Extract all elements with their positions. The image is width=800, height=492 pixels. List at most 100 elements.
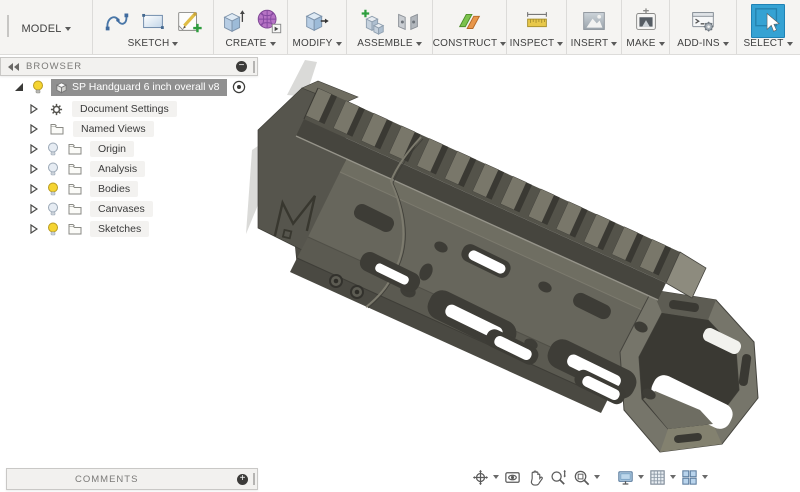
joint-icon[interactable]: [391, 4, 425, 38]
display-settings-icon[interactable]: [615, 467, 635, 487]
addins-menu[interactable]: ADD-INS: [677, 38, 729, 49]
minus-circle-icon[interactable]: −: [236, 61, 247, 72]
zoom-icon[interactable]: [548, 467, 568, 487]
folder-icon: [68, 183, 82, 195]
toolbar-group-insert: INSERT: [567, 0, 622, 54]
chevron-down-icon: [786, 41, 793, 46]
insert-image-icon[interactable]: [577, 4, 611, 38]
bulb-off-icon[interactable]: [47, 202, 59, 216]
look-at-icon[interactable]: [502, 467, 522, 487]
folder-icon: [68, 223, 82, 235]
tree-item-label: Canvases: [90, 201, 153, 217]
bulb-on-icon[interactable]: [47, 182, 59, 196]
bulb-off-icon[interactable]: [47, 142, 59, 156]
grid-settings-icon[interactable]: [647, 467, 667, 487]
comments-panel-title: COMMENTS: [75, 473, 139, 485]
chevron-down-icon: [64, 26, 71, 31]
make-3d-print-icon[interactable]: [629, 4, 663, 38]
chevron-down-icon[interactable]: [638, 475, 644, 479]
folder-icon: [68, 143, 82, 155]
navigation-toolbar: [470, 466, 708, 488]
chevron-down-icon[interactable]: [702, 475, 708, 479]
chevron-down-icon: [611, 41, 618, 46]
collapsed-triangle-icon[interactable]: [30, 144, 38, 154]
comments-panel-header[interactable]: COMMENTS +: [6, 468, 258, 490]
scripts-addins-icon[interactable]: [686, 4, 720, 38]
new-component-icon[interactable]: [355, 4, 389, 38]
tree-item-label: Analysis: [90, 161, 146, 177]
sketch-menu[interactable]: SKETCH: [128, 38, 179, 49]
create-menu[interactable]: CREATE: [225, 38, 276, 49]
collapsed-triangle-icon[interactable]: [30, 204, 38, 214]
chevron-down-icon: [335, 41, 342, 46]
expanded-triangle-icon[interactable]: [14, 82, 24, 92]
tree-row-analysis[interactable]: Analysis: [0, 160, 146, 178]
collapsed-triangle-icon[interactable]: [30, 184, 38, 194]
insert-menu[interactable]: INSERT: [571, 38, 618, 49]
tree-row-origin[interactable]: Origin: [0, 140, 135, 158]
toolbar-group-modify: MODIFY: [288, 0, 347, 54]
collapsed-triangle-icon[interactable]: [30, 124, 38, 134]
chevron-down-icon[interactable]: [493, 475, 499, 479]
tree-row-root-component[interactable]: SP Handguard 6 inch overall v8: [0, 78, 246, 96]
toolbar-grip-handle[interactable]: [7, 15, 9, 37]
toolbar-group-construct: CONSTRUCT: [433, 0, 507, 54]
tree-row-sketches[interactable]: Sketches: [0, 220, 150, 238]
form-icon[interactable]: [252, 4, 286, 38]
collapsed-triangle-icon[interactable]: [30, 224, 38, 234]
chevron-down-icon[interactable]: [594, 475, 600, 479]
orbit-icon[interactable]: [470, 467, 490, 487]
plus-circle-icon[interactable]: +: [237, 473, 248, 485]
chevron-down-icon[interactable]: [670, 475, 676, 479]
activate-component-radio-icon[interactable]: [232, 80, 246, 94]
tree-item-label: Sketches: [90, 221, 150, 237]
select-menu[interactable]: SELECT: [743, 38, 793, 49]
browser-panel-title: BROWSER: [26, 61, 83, 72]
handguard-model[interactable]: [257, 80, 759, 453]
collapsed-triangle-icon[interactable]: [30, 164, 38, 174]
tree-row-canvases[interactable]: Canvases: [0, 200, 153, 218]
two-point-rectangle-icon[interactable]: [136, 4, 170, 38]
create-sketch-icon[interactable]: [172, 4, 206, 38]
collapsed-triangle-icon[interactable]: [30, 104, 38, 114]
spline-icon[interactable]: [100, 4, 134, 38]
chevron-down-icon: [172, 41, 179, 46]
modify-menu[interactable]: MODIFY: [292, 38, 342, 49]
construction-plane-icon[interactable]: [453, 4, 487, 38]
inspect-menu[interactable]: INSPECT: [510, 38, 564, 49]
bulb-on-icon[interactable]: [32, 80, 44, 94]
make-menu[interactable]: MAKE: [626, 38, 665, 49]
tree-row-named-views[interactable]: Named Views: [0, 120, 154, 138]
tree-row-document-settings[interactable]: Document Settings: [0, 100, 177, 118]
bulb-off-icon[interactable]: [47, 162, 59, 176]
root-component-selection[interactable]: SP Handguard 6 inch overall v8: [51, 78, 228, 96]
tree-item-label: Named Views: [73, 121, 154, 137]
workspace-label: MODEL: [21, 22, 62, 35]
component-cube-icon: [55, 81, 68, 93]
panel-resize-grip[interactable]: [253, 473, 255, 485]
panel-resize-grip[interactable]: [253, 60, 255, 73]
workspace-switcher[interactable]: MODEL: [0, 0, 93, 54]
tree-row-bodies[interactable]: Bodies: [0, 180, 139, 198]
tree-item-label: Bodies: [90, 181, 139, 197]
select-cursor-icon[interactable]: [751, 4, 785, 38]
front-octagon-ring: [619, 289, 759, 453]
viewports-icon[interactable]: [679, 467, 699, 487]
toolbar-group-assemble: ASSEMBLE: [347, 0, 433, 54]
tree-item-label: Document Settings: [72, 101, 177, 117]
fit-icon[interactable]: [571, 467, 591, 487]
measure-icon[interactable]: [520, 4, 554, 38]
toolbar-group-addins: ADD-INS: [670, 0, 737, 54]
pan-icon[interactable]: [525, 467, 545, 487]
assemble-menu[interactable]: ASSEMBLE: [357, 38, 422, 49]
browser-panel-header[interactable]: BROWSER −: [0, 57, 258, 76]
collapse-panel-icon[interactable]: [8, 62, 20, 71]
toolbar-group-create: CREATE: [214, 0, 288, 54]
bulb-on-icon[interactable]: [47, 222, 59, 236]
chevron-down-icon: [658, 41, 665, 46]
press-pull-icon[interactable]: [300, 4, 334, 38]
toolbar-group-select: SELECT: [737, 0, 799, 54]
construct-menu[interactable]: CONSTRUCT: [433, 38, 507, 49]
extrude-icon[interactable]: [216, 4, 250, 38]
chevron-down-icon: [415, 41, 422, 46]
